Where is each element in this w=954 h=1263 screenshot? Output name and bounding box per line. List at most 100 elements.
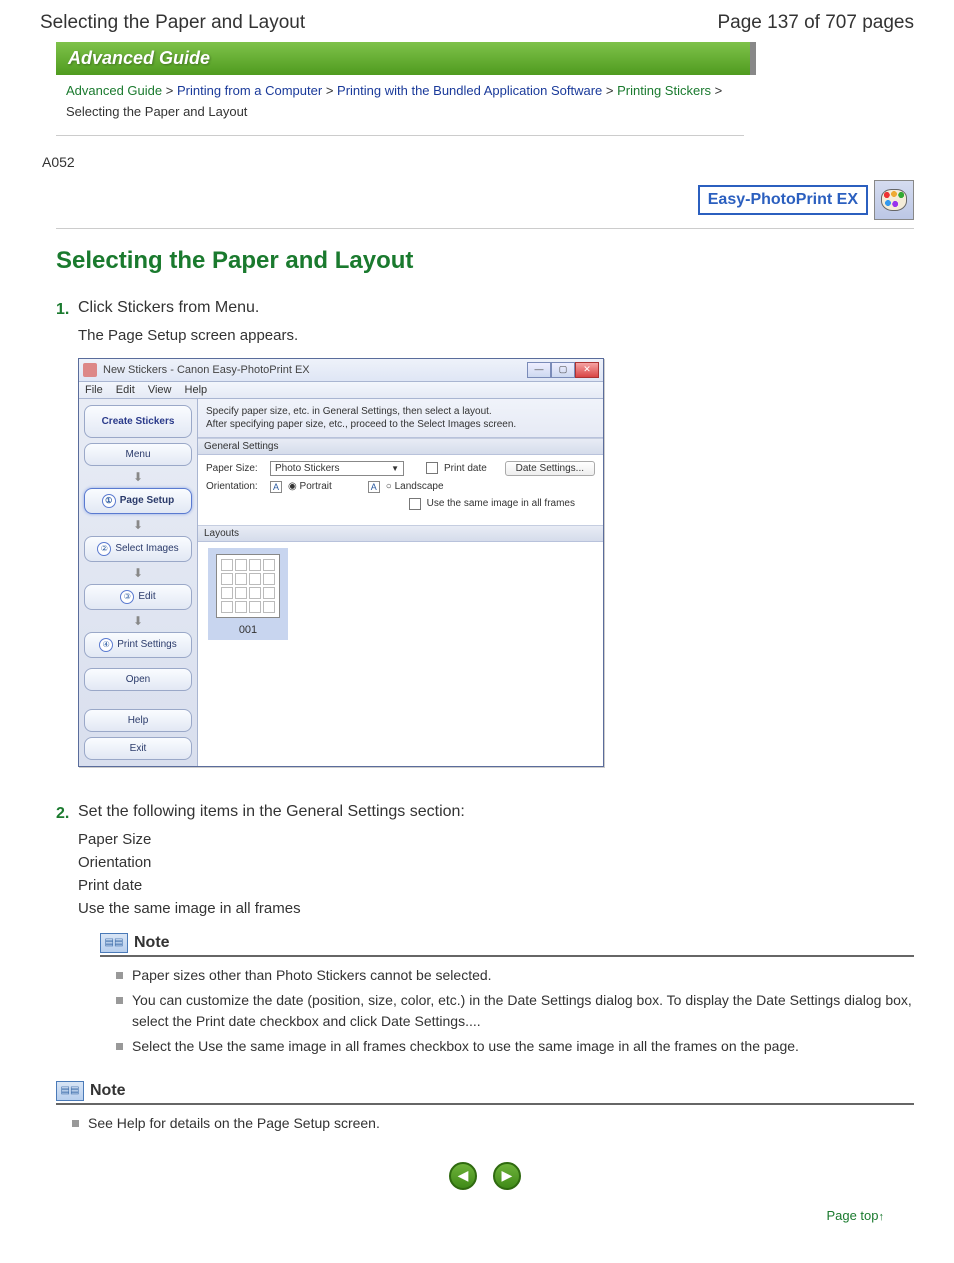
paper-size-value: Photo Stickers [275, 463, 339, 474]
general-settings: Paper Size: Photo Stickers ▼ Print date … [198, 455, 603, 525]
sidebar-step-print-settings[interactable]: ④ Print Settings [84, 632, 192, 658]
page-title: Selecting the Paper and Layout [40, 12, 305, 34]
sidebar-create-stickers[interactable]: Create Stickers [84, 405, 192, 438]
next-page-button[interactable]: ▶ [493, 1162, 521, 1190]
step-2: 2. Set the following items in the Genera… [56, 803, 914, 1065]
landscape-radio[interactable]: ○ Landscape [386, 481, 444, 492]
orientation-label: Orientation: [206, 481, 264, 492]
list-item: Print date [78, 877, 914, 894]
prev-page-button[interactable]: ◀ [449, 1162, 477, 1190]
guide-banner: Advanced Guide [56, 42, 756, 75]
instructions: Specify paper size, etc. in General Sett… [198, 399, 603, 438]
date-settings-button[interactable]: Date Settings... [505, 461, 595, 476]
breadcrumb-link-3[interactable]: Printing with the Bundled Application So… [337, 83, 602, 98]
note-icon: ▤▤ [100, 933, 128, 953]
step-circle-icon: ③ [120, 590, 134, 604]
chevron-down-icon: ▼ [391, 464, 399, 473]
breadcrumb-link-4[interactable]: Printing Stickers [617, 83, 711, 98]
up-arrow-icon: ↑ [879, 1211, 885, 1223]
orientation-landscape-icon: A [368, 481, 380, 493]
instruction-line-2: After specifying paper size, etc., proce… [206, 418, 595, 431]
product-logo-icon [874, 180, 914, 220]
portrait-radio[interactable]: ◉ Portrait [288, 481, 332, 492]
nav-arrows: ◀ ▶ [56, 1162, 914, 1190]
instruction-line-1: Specify paper size, etc. in General Sett… [206, 405, 595, 418]
sidebar-step-label: Select Images [115, 543, 178, 554]
step-1: 1. Click Stickers from Menu. The Page Se… [56, 299, 914, 791]
sidebar-step-label: Print Settings [117, 639, 176, 650]
window-minimize-button[interactable]: — [527, 362, 551, 378]
breadcrumb-link-1[interactable]: Advanced Guide [66, 83, 162, 98]
page-top-link[interactable]: Page top↑ [56, 1208, 914, 1223]
window-title: New Stickers - Canon Easy-PhotoPrint EX [103, 364, 310, 376]
sidebar-help-button[interactable]: Help [84, 709, 192, 732]
step-circle-icon: ④ [99, 638, 113, 652]
breadcrumb-sep: > [606, 83, 617, 98]
orientation-portrait-icon: A [270, 481, 282, 493]
note-list: See Help for details on the Page Setup s… [56, 1113, 914, 1134]
sidebar-menu-button[interactable]: Menu [84, 443, 192, 466]
titlebar: New Stickers - Canon Easy-PhotoPrint EX … [79, 359, 603, 382]
sidebar-step-label: Page Setup [120, 495, 174, 506]
palette-icon [881, 189, 907, 211]
settings-item-list: Paper Size Orientation Print date Use th… [78, 831, 914, 917]
page-indicator: Page 137 of 707 pages [717, 12, 914, 34]
list-item: Select the Use the same image in all fra… [116, 1036, 914, 1057]
menu-edit[interactable]: Edit [116, 384, 135, 396]
list-item: Paper Size [78, 831, 914, 848]
layout-thumb-label: 001 [212, 624, 284, 636]
sidebar-step-label: Edit [138, 591, 155, 602]
layouts-area: 001 [198, 542, 603, 766]
sidebar: Create Stickers Menu ⬇ ① Page Setup ⬇ ② … [79, 399, 198, 766]
note-title: Note [90, 1082, 126, 1100]
breadcrumb-link-2[interactable]: Printing from a Computer [177, 83, 322, 98]
step-title: Set the following items in the General S… [78, 803, 914, 821]
menu-help[interactable]: Help [185, 384, 208, 396]
sidebar-step-edit[interactable]: ③ Edit [84, 584, 192, 610]
step-number: 2. [56, 803, 78, 1065]
app-icon [83, 363, 97, 377]
menubar: File Edit View Help [79, 382, 603, 399]
step-number: 1. [56, 299, 78, 791]
logo-row: Easy-PhotoPrint EX [56, 180, 914, 229]
menu-view[interactable]: View [148, 384, 172, 396]
window-close-button[interactable]: ✕ [575, 362, 599, 378]
menu-file[interactable]: File [85, 384, 103, 396]
sidebar-exit-button[interactable]: Exit [84, 737, 192, 760]
paper-size-label: Paper Size: [206, 463, 264, 474]
list-item: You can customize the date (position, si… [116, 990, 914, 1032]
same-image-label: Use the same image in all frames [427, 498, 575, 509]
breadcrumb-sep: > [166, 83, 177, 98]
layouts-header: Layouts [198, 525, 603, 542]
list-item: Use the same image in all frames [78, 900, 914, 917]
breadcrumb-current: Selecting the Paper and Layout [66, 104, 247, 119]
product-logo-text: Easy-PhotoPrint EX [698, 185, 868, 215]
note-icon: ▤▤ [56, 1081, 84, 1101]
step-circle-icon: ① [102, 494, 116, 508]
breadcrumb-sep: > [326, 83, 337, 98]
note-list: Paper sizes other than Photo Stickers ca… [100, 965, 914, 1057]
layout-thumbnail[interactable]: 001 [208, 548, 288, 640]
breadcrumb: Advanced Guide > Printing from a Compute… [56, 77, 744, 136]
layout-grid-icon [216, 554, 280, 618]
sidebar-step-page-setup[interactable]: ① Page Setup [84, 488, 192, 514]
print-date-checkbox[interactable] [426, 462, 438, 474]
note-block: ▤▤ Note See Help for details on the Page… [56, 1081, 914, 1134]
same-image-checkbox[interactable] [409, 498, 421, 510]
doc-code: A052 [42, 154, 914, 170]
main-heading: Selecting the Paper and Layout [56, 247, 914, 275]
down-arrow-icon: ⬇ [84, 471, 192, 483]
down-arrow-icon: ⬇ [84, 567, 192, 579]
step-title: Click Stickers from Menu. [78, 299, 914, 317]
sidebar-open-button[interactable]: Open [84, 668, 192, 691]
step-circle-icon: ② [97, 542, 111, 556]
list-item: Orientation [78, 854, 914, 871]
paper-size-dropdown[interactable]: Photo Stickers ▼ [270, 461, 404, 476]
sidebar-step-select-images[interactable]: ② Select Images [84, 536, 192, 562]
down-arrow-icon: ⬇ [84, 615, 192, 627]
list-item: Paper sizes other than Photo Stickers ca… [116, 965, 914, 986]
print-date-label: Print date [444, 463, 487, 474]
step-subtext: The Page Setup screen appears. [78, 327, 914, 344]
general-settings-header: General Settings [198, 438, 603, 455]
window-maximize-button[interactable]: ▢ [551, 362, 575, 378]
